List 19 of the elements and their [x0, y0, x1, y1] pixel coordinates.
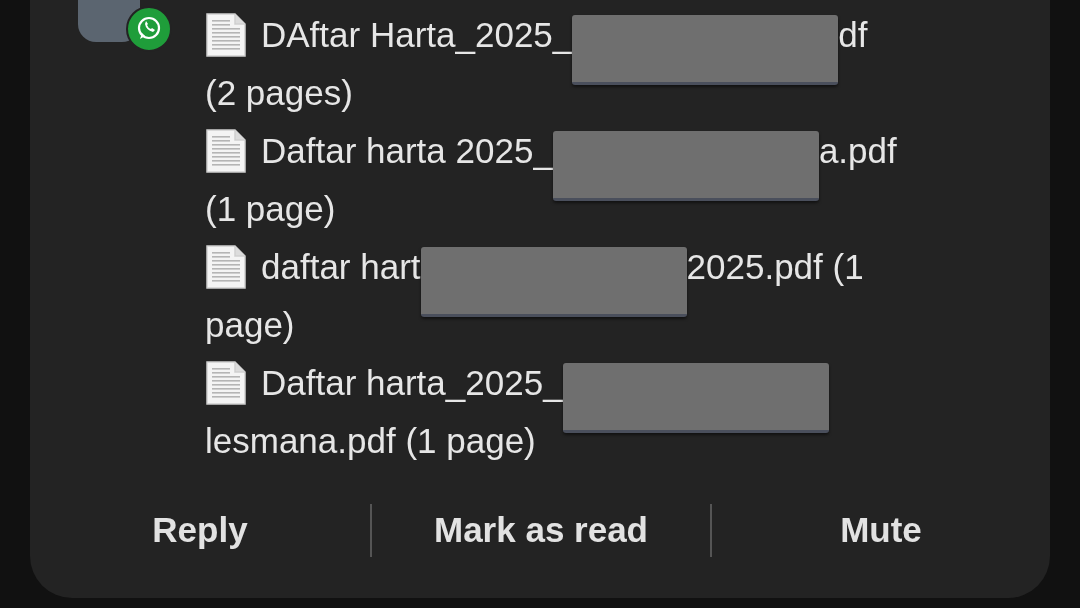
- file-name: 2025.pdf (1: [686, 246, 864, 288]
- chat-icon: [126, 6, 172, 52]
- file-name: a.pdf: [818, 130, 897, 172]
- action-button[interactable]: Mark as read: [426, 504, 656, 557]
- document-icon: [205, 12, 247, 58]
- file-name: lesmana.pdf (1 page): [205, 420, 536, 462]
- file-name: DAftar Harta_2025_: [261, 14, 573, 56]
- file-name: Daftar harta_2025_: [261, 362, 563, 404]
- file-name: daftar hart: [261, 246, 421, 288]
- document-icon: [205, 244, 247, 290]
- file-name: df: [838, 14, 868, 56]
- file-name: (2 pages): [205, 72, 353, 114]
- file-name: Daftar harta 2025_: [261, 130, 553, 172]
- file-name: page): [205, 304, 295, 346]
- action-button[interactable]: Reply: [144, 504, 256, 557]
- action-button[interactable]: Mute: [832, 504, 930, 557]
- document-icon: [205, 128, 247, 174]
- document-icon: [205, 360, 247, 406]
- file-name: (1 page): [205, 188, 336, 230]
